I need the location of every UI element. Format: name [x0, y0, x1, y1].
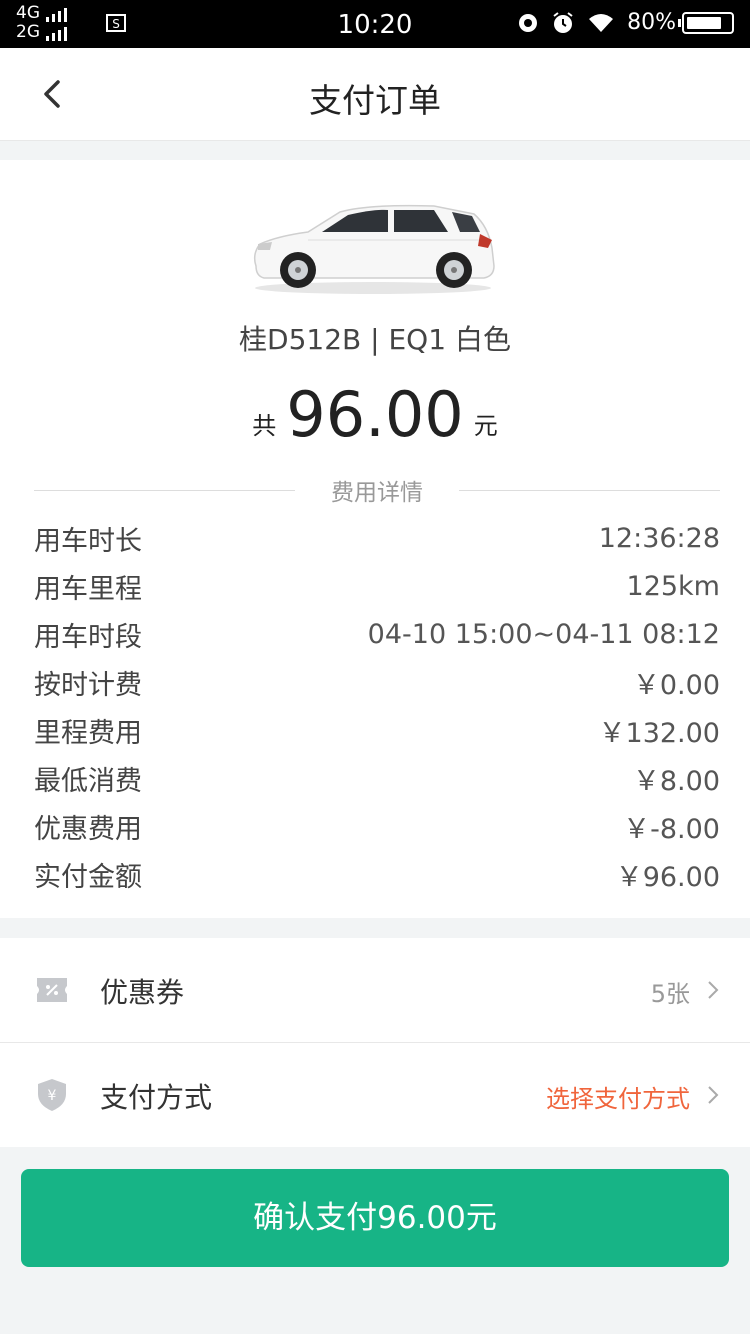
detail-label: 按时计费 — [34, 669, 142, 701]
status-bar: 4G 2G S 10:20 80% — [0, 0, 750, 48]
detail-label: 优惠费用 — [34, 813, 142, 845]
confirm-pay-button[interactable]: 确认支付96.00元 — [21, 1169, 729, 1267]
chevron-right-icon — [708, 981, 719, 999]
total-value: 96.00 — [286, 378, 464, 451]
total-amount: 共 96.00 元 — [0, 378, 750, 451]
detail-row: 里程费用 ￥132.00 — [34, 706, 720, 754]
divider — [459, 489, 720, 491]
car-image — [253, 204, 495, 294]
nav-bar: 支付订单 — [0, 48, 750, 141]
coupon-label: 优惠券 — [100, 976, 185, 1009]
detail-row: 优惠费用 ￥-8.00 — [34, 802, 720, 850]
detail-row: 按时计费 ￥0.00 — [34, 658, 720, 706]
detail-label: 里程费用 — [34, 717, 142, 749]
details-list: 用车时长 12:36:28 用车里程 125km 用车时段 04-10 15:00~0… — [34, 514, 720, 898]
payment-select-text: 选择支付方式 — [546, 1085, 690, 1113]
detail-value: ￥0.00 — [632, 669, 720, 701]
detail-value: 12:36:28 — [598, 522, 720, 554]
battery-icon — [678, 11, 734, 34]
payment-label: 支付方式 — [100, 1081, 213, 1114]
detail-value: 04-10 15:00~04-11 08:12 — [367, 618, 720, 650]
details-header: 费用详情 — [34, 474, 720, 506]
detail-value: ￥8.00 — [632, 765, 720, 797]
total-prefix: 共 — [252, 412, 277, 440]
detail-row: 最低消费 ￥8.00 — [34, 754, 720, 802]
coupon-row[interactable]: 优惠券 5张 — [0, 938, 750, 1043]
detail-value: 125km — [626, 570, 720, 602]
detail-row: 用车时段 04-10 15:00~04-11 08:12 — [34, 610, 720, 658]
car-info: 桂D512B | EQ1 白色 — [239, 323, 511, 356]
detail-value: ￥-8.00 — [623, 813, 720, 845]
detail-value: ￥132.00 — [598, 717, 720, 749]
detail-row: 实付金额 ￥96.00 — [34, 850, 720, 898]
detail-label: 用车里程 — [34, 573, 142, 605]
page-title: 支付订单 — [309, 81, 441, 120]
rotation-lock-icon — [519, 13, 538, 32]
wifi-icon — [589, 13, 614, 32]
coupon-icon — [37, 978, 67, 1002]
battery-percent: 80% — [627, 10, 676, 35]
chevron-right-icon — [708, 1086, 719, 1104]
detail-label: 实付金额 — [34, 861, 142, 893]
detail-label: 最低消费 — [34, 765, 142, 797]
detail-label: 用车时段 — [34, 621, 142, 653]
total-suffix: 元 — [473, 412, 498, 440]
shield-yen-icon: ¥ — [38, 1079, 66, 1111]
details-title: 费用详情 — [331, 480, 423, 506]
detail-row: 用车时长 12:36:28 — [34, 514, 720, 562]
detail-label: 用车时长 — [34, 525, 142, 557]
detail-row: 用车里程 125km — [34, 562, 720, 610]
detail-value: ￥96.00 — [615, 861, 720, 893]
payment-method-row[interactable]: ¥ 支付方式 选择支付方式 — [0, 1043, 750, 1147]
alarm-icon — [553, 11, 573, 33]
divider — [34, 489, 295, 491]
order-card: 桂D512B | EQ1 白色 共 96.00 元 费用详情 用车时长 12:36:2… — [0, 160, 750, 918]
svg-text:¥: ¥ — [48, 1088, 57, 1104]
coupon-count: 5张 — [650, 980, 690, 1008]
